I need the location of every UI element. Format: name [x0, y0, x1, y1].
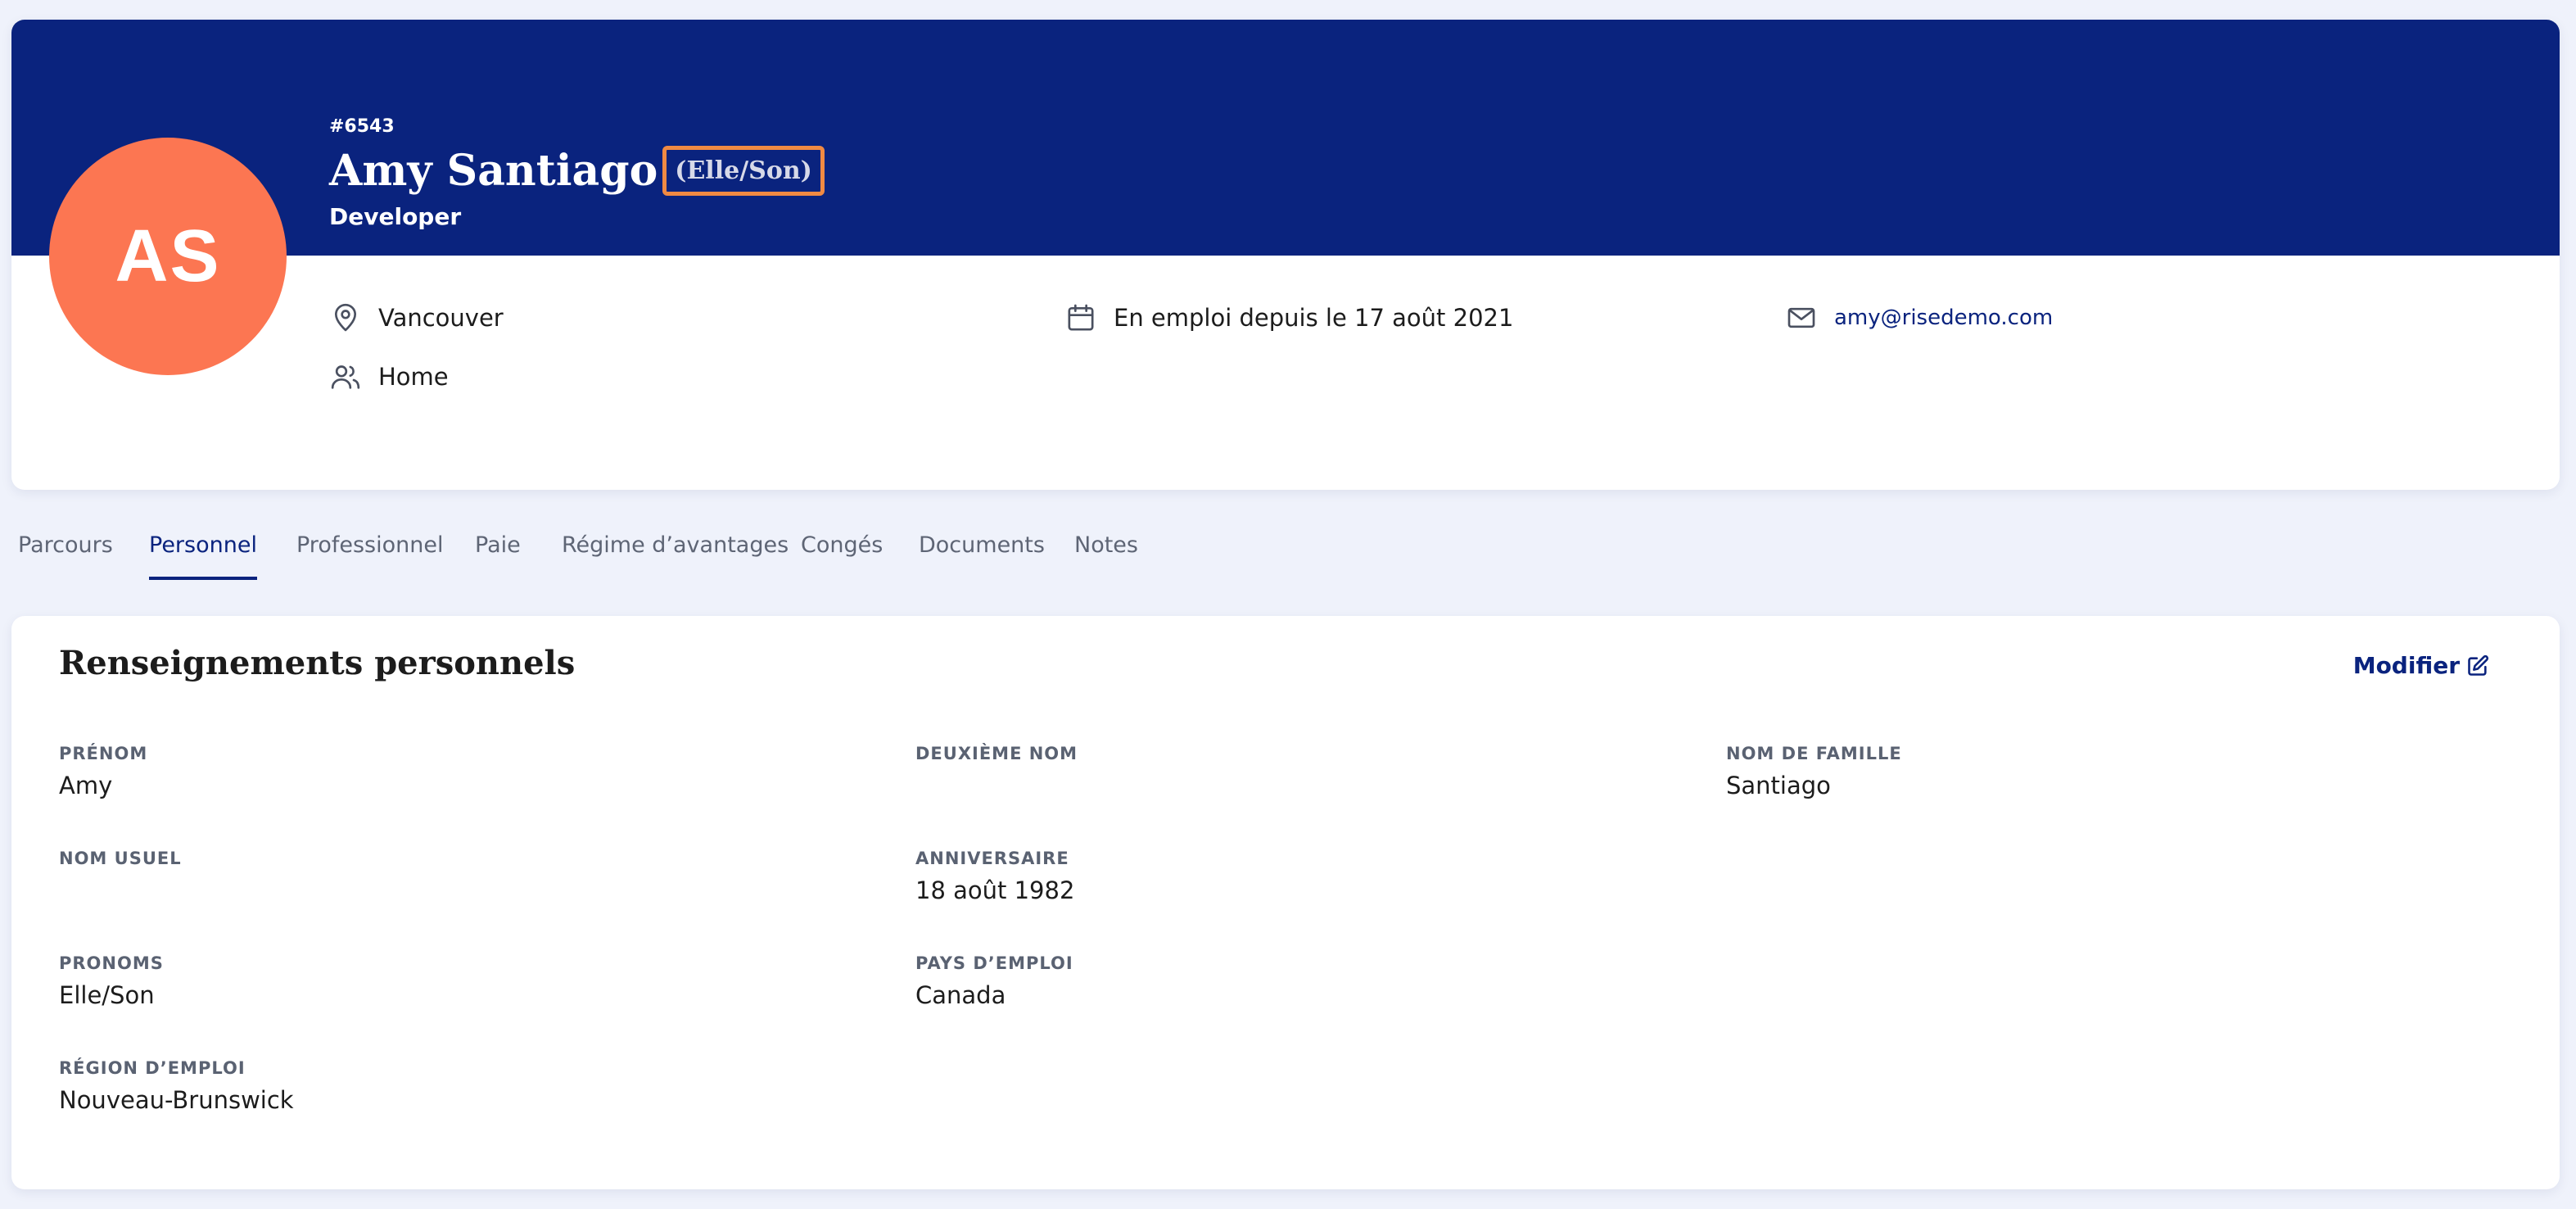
map-pin-icon: [335, 303, 356, 332]
employee-name: Amy Santiago: [329, 146, 658, 196]
tab-documents[interactable]: Documents: [919, 532, 1045, 580]
field-label: PAYS D’EMPLOI: [915, 953, 1073, 973]
field-first-name: PRÉNOM Amy: [59, 744, 147, 801]
pronouns-badge: (Elle/Son): [662, 146, 825, 196]
field-country: PAYS D’EMPLOI Canada: [915, 953, 1073, 1011]
field-value: Elle/Son: [59, 981, 155, 1009]
location-info: Vancouver: [329, 301, 504, 334]
employee-header-card: AS #6543 Amy Santiago (Elle/Son) Develop…: [11, 20, 2560, 490]
email-link[interactable]: amy@risedemo.com: [1834, 306, 2053, 330]
field-value: 18 août 1982: [915, 876, 1075, 904]
tab-professionnel[interactable]: Professionnel: [296, 532, 443, 580]
job-title: Developer: [329, 203, 462, 230]
field-label: PRONOMS: [59, 953, 164, 973]
department-info: Home: [329, 360, 449, 393]
field-pronouns: PRONOMS Elle/Son: [59, 953, 164, 1011]
field-middle-name: DEUXIÈME NOM: [915, 744, 1078, 801]
tab-conges[interactable]: Congés: [801, 532, 883, 580]
field-value: Canada: [915, 981, 1006, 1009]
employment-date-info: En emploi depuis le 17 août 2021: [1064, 301, 1513, 334]
field-label: DEUXIÈME NOM: [915, 744, 1078, 763]
edit-label: Modifier: [2352, 652, 2460, 679]
field-label: NOM USUEL: [59, 849, 182, 868]
field-label: ANNIVERSAIRE: [915, 849, 1069, 868]
field-label: RÉGION D’EMPLOI: [59, 1058, 246, 1078]
tab-parcours[interactable]: Parcours: [18, 532, 113, 580]
section-title: Renseignements personnels: [59, 644, 576, 682]
field-preferred-name: NOM USUEL: [59, 849, 182, 906]
field-birthday: ANNIVERSAIRE 18 août 1982: [915, 849, 1074, 906]
users-icon: [331, 365, 360, 389]
edit-icon: [2468, 654, 2489, 676]
field-value: [915, 772, 1078, 801]
edit-button[interactable]: Modifier: [2353, 652, 2489, 679]
personal-info-card: Renseignements personnels Modifier PRÉNO…: [11, 616, 2560, 1189]
tab-regime-avantages[interactable]: Régime d’avantages: [562, 532, 789, 580]
tab-notes[interactable]: Notes: [1074, 532, 1138, 580]
location-text: Vancouver: [378, 304, 504, 332]
mail-icon: [1787, 307, 1815, 328]
calendar-icon: [1068, 304, 1094, 331]
field-label: NOM DE FAMILLE: [1726, 744, 1902, 763]
field-label: PRÉNOM: [59, 744, 148, 763]
field-value: Nouveau-Brunswick: [59, 1086, 294, 1114]
field-value: [59, 876, 182, 906]
field-value: Santiago: [1726, 772, 1831, 799]
field-region: RÉGION D’EMPLOI Nouveau-Brunswick: [59, 1058, 294, 1116]
employee-id: #6543: [329, 116, 395, 137]
tab-paie[interactable]: Paie: [475, 532, 521, 580]
field-value: Amy: [59, 772, 113, 799]
tab-personnel[interactable]: Personnel: [149, 532, 257, 580]
field-last-name: NOM DE FAMILLE Santiago: [1726, 744, 1902, 801]
employee-name-row: Amy Santiago (Elle/Son): [329, 146, 825, 196]
employment-date-text: En emploi depuis le 17 août 2021: [1114, 304, 1514, 332]
email-info[interactable]: amy@risedemo.com: [1785, 301, 2053, 334]
department-text: Home: [378, 363, 449, 391]
avatar: AS: [49, 138, 287, 375]
